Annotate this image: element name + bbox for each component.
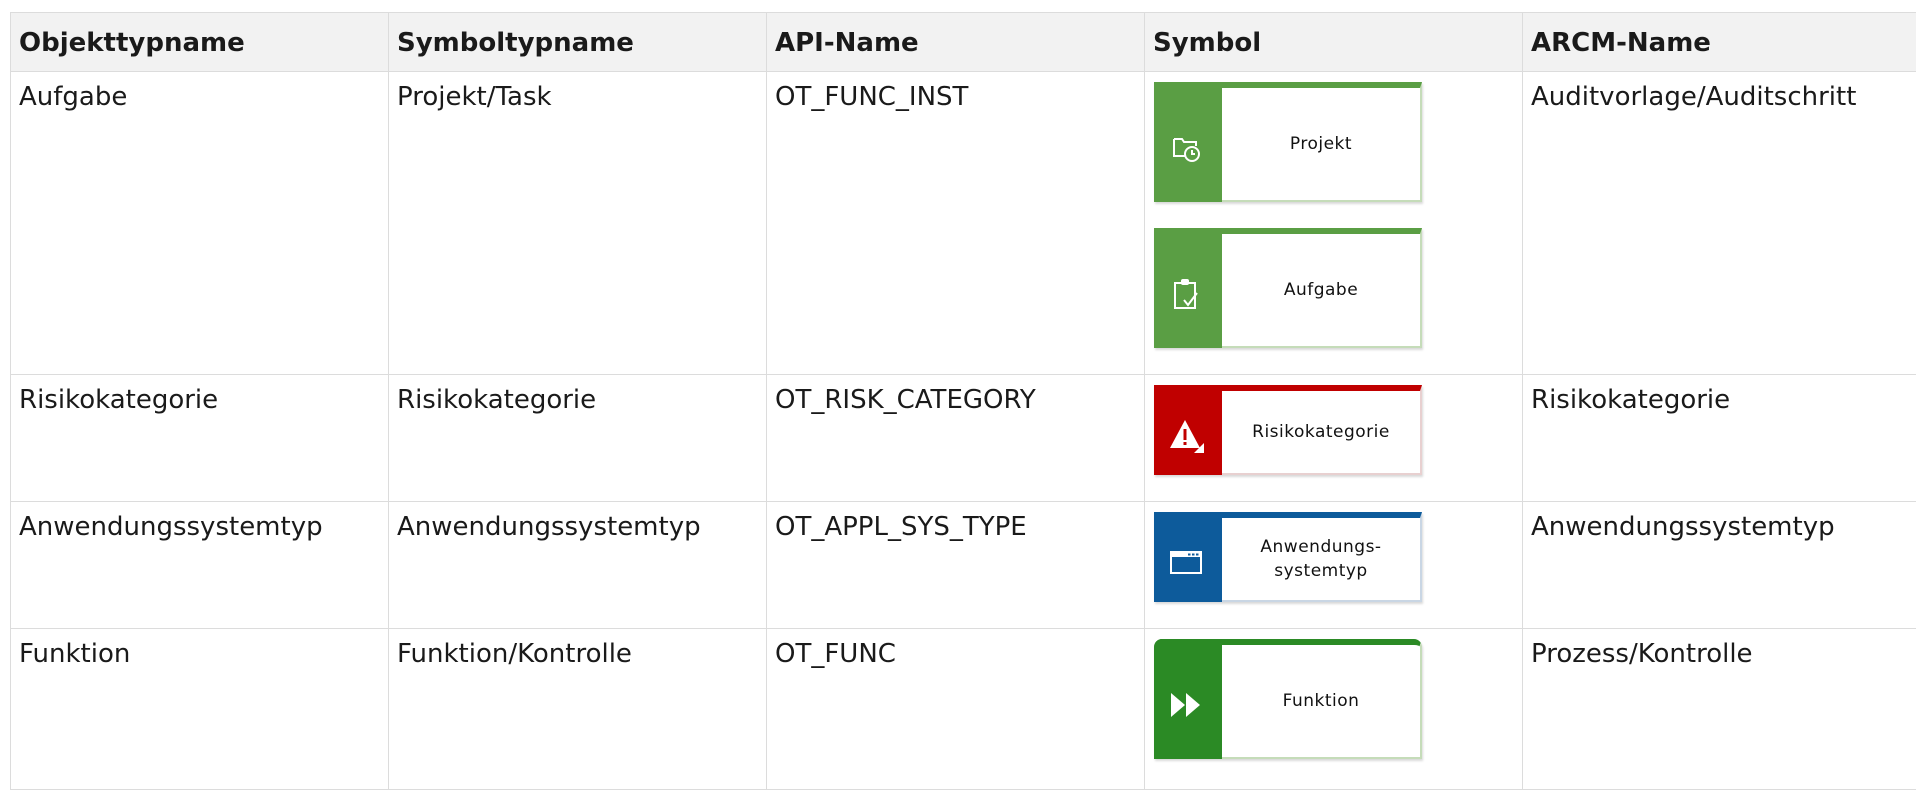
cell-objekttyp: Anwendungssystemtyp xyxy=(11,502,389,629)
cell-symboltyp: Risikokategorie xyxy=(389,375,767,502)
header-symboltypname: Symboltypname xyxy=(389,13,767,72)
task-clipboard-check-icon xyxy=(1168,276,1204,312)
object-type-table: Objekttypname Symboltypname API-Name Sym… xyxy=(10,12,1916,790)
symbol-projekt: Projekt xyxy=(1154,82,1422,202)
header-row: Objekttypname Symboltypname API-Name Sym… xyxy=(11,13,1916,72)
cell-objekttyp: Funktion xyxy=(11,629,389,790)
cell-symbol: Funktion xyxy=(1145,629,1523,790)
cell-symboltyp: Projekt/Task xyxy=(389,72,767,375)
cell-symbol: Anwendungs- systemtyp xyxy=(1145,502,1523,629)
cell-symbol: Projekt Aufgabe xyxy=(1145,72,1523,375)
symbol-label: Funktion xyxy=(1222,645,1420,757)
cell-objekttyp: Risikokategorie xyxy=(11,375,389,502)
cell-symboltyp: Anwendungssystemtyp xyxy=(389,502,767,629)
application-window-icon xyxy=(1168,544,1204,580)
header-symbol: Symbol xyxy=(1145,13,1523,72)
symbol-label: Risikokategorie xyxy=(1222,391,1420,473)
header-arcm-name: ARCM-Name xyxy=(1523,13,1916,72)
cell-arcm-name: Auditvorlage/Auditschritt xyxy=(1523,72,1916,375)
fast-forward-icon xyxy=(1168,687,1204,723)
header-objekttypname: Objekttypname xyxy=(11,13,389,72)
symbol-label-line2: systemtyp xyxy=(1260,559,1381,583)
cell-arcm-name: Anwendungssystemtyp xyxy=(1523,502,1916,629)
symbol-risikokategorie: Risikokategorie xyxy=(1154,385,1422,475)
cell-arcm-name: Risikokategorie xyxy=(1523,375,1916,502)
project-folder-clock-icon xyxy=(1168,130,1204,166)
cell-api-name: OT_APPL_SYS_TYPE xyxy=(767,502,1145,629)
cell-arcm-name: Prozess/Kontrolle xyxy=(1523,629,1916,790)
warning-triangle-icon xyxy=(1168,417,1204,453)
symbol-label: Aufgabe xyxy=(1222,234,1420,346)
cell-api-name: OT_FUNC xyxy=(767,629,1145,790)
header-api-name: API-Name xyxy=(767,13,1145,72)
table-row: Funktion Funktion/Kontrolle OT_FUNC Funk… xyxy=(11,629,1916,790)
symbol-aufgabe: Aufgabe xyxy=(1154,228,1422,348)
cell-symbol: Risikokategorie xyxy=(1145,375,1523,502)
table-row: Risikokategorie Risikokategorie OT_RISK_… xyxy=(11,375,1916,502)
symbol-label: Projekt xyxy=(1222,88,1420,200)
table-row: Anwendungssystemtyp Anwendungssystemtyp … xyxy=(11,502,1916,629)
cell-objekttyp: Aufgabe xyxy=(11,72,389,375)
symbol-label-line1: Anwendungs- xyxy=(1260,535,1381,559)
table-row: Aufgabe Projekt/Task OT_FUNC_INST Projek… xyxy=(11,72,1916,375)
symbol-anwendungssystemtyp: Anwendungs- systemtyp xyxy=(1154,512,1422,602)
symbol-label: Anwendungs- systemtyp xyxy=(1222,518,1420,600)
cell-symboltyp: Funktion/Kontrolle xyxy=(389,629,767,790)
symbol-funktion: Funktion xyxy=(1154,639,1422,759)
cell-api-name: OT_FUNC_INST xyxy=(767,72,1145,375)
cell-api-name: OT_RISK_CATEGORY xyxy=(767,375,1145,502)
